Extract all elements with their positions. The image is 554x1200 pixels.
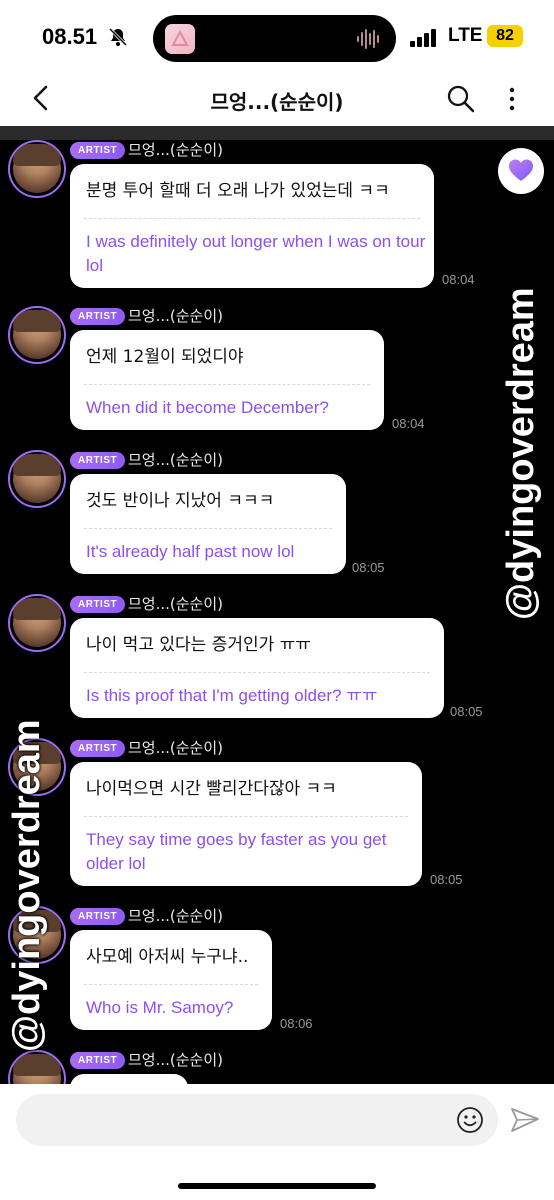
message-bubble[interactable]: 나이 먹고 있다는 증거인가 ㅠㅠ Is this proof that I'm… xyxy=(70,618,444,718)
watermark-right: @dyingoverdream xyxy=(500,287,542,620)
message-bubble[interactable]: 나이먹으면 시간 빨리간다잖아 ㅋㅋ They say time goes by… xyxy=(70,762,422,886)
sender-name: 므엉...(순순이) xyxy=(128,595,224,613)
message-english: When did it become December? xyxy=(86,398,329,417)
artist-badge: ARTIST xyxy=(70,740,126,757)
network-label: LTE xyxy=(448,25,483,46)
message-korean: 것도 반이나 지났어 ㅋㅋㅋ xyxy=(86,491,275,511)
message-bubble[interactable]: 언제 12월이 되었디야 When did it become December… xyxy=(70,330,384,430)
artist-badge: ARTIST xyxy=(70,908,126,925)
status-time: 08.51 xyxy=(42,24,98,49)
send-icon[interactable] xyxy=(510,1106,540,1134)
message-korean: 사모예 아저씨 누구냐.. xyxy=(86,947,249,967)
artist-badge: ARTIST xyxy=(70,142,126,159)
sender-name: 므엉...(순순이) xyxy=(128,1051,224,1069)
heart-button[interactable] xyxy=(498,148,544,194)
message-time: 08:05 xyxy=(430,872,463,887)
status-bar: 08.51 LTE 82 xyxy=(0,0,554,72)
bubble-divider xyxy=(84,528,332,529)
artist-badge: ARTIST xyxy=(70,596,126,613)
message-english: I was definitely out longer when I was o… xyxy=(86,232,426,275)
dynamic-island xyxy=(153,15,396,62)
heart-icon xyxy=(509,159,533,181)
message-english: Is this proof that I'm getting older? ㅠㅠ xyxy=(86,686,378,705)
more-vertical-icon[interactable] xyxy=(505,84,519,114)
message-english: They say time goes by faster as you get … xyxy=(86,830,387,873)
chat-message: ARTIST 므엉...(순순이) 것도 반이나 지났어 ㅋㅋㅋ It's al… xyxy=(0,436,554,576)
home-indicator xyxy=(178,1183,376,1189)
sender-name: 므엉...(순순이) xyxy=(128,451,224,469)
message-bubble[interactable]: 사모예 아저씨 누구냐.. Who is Mr. Samoy? xyxy=(70,930,272,1030)
message-korean: 분명 투어 할때 더 오래 나가 있었는데 ㅋㅋ xyxy=(86,181,390,201)
search-icon[interactable] xyxy=(446,84,476,114)
bubble-divider xyxy=(84,218,420,219)
bell-off-icon xyxy=(108,27,128,47)
message-time: 08:04 xyxy=(442,272,475,287)
avatar[interactable] xyxy=(8,1050,66,1084)
chat-area[interactable]: ARTIST 므엉...(순순이) 분명 투어 할때 더 오래 나가 있었는데 … xyxy=(0,126,554,1084)
chat-message: ARTIST 므엉...(순순이) xyxy=(0,1036,554,1084)
message-time: 08:05 xyxy=(352,560,385,575)
message-input[interactable] xyxy=(16,1094,498,1146)
chat-message: ARTIST 므엉...(순순이) 분명 투어 할때 더 오래 나가 있었는데 … xyxy=(0,126,554,288)
chat-message: ARTIST 므엉...(순순이) 나이먹으면 시간 빨리간다잖아 ㅋㅋ The… xyxy=(0,724,554,890)
chat-header: 므엉...(순순이) xyxy=(0,72,554,126)
message-bubble[interactable]: 것도 반이나 지났어 ㅋㅋㅋ It's already half past no… xyxy=(70,474,346,574)
avatar[interactable] xyxy=(8,306,66,364)
sender-name: 므엉...(순순이) xyxy=(128,907,224,925)
message-time: 08:06 xyxy=(280,1016,313,1031)
message-time: 08:05 xyxy=(450,704,483,719)
message-korean: 나이 먹고 있다는 증거인가 ㅠㅠ xyxy=(86,635,311,655)
message-time: 08:04 xyxy=(392,416,425,431)
message-input-bar xyxy=(0,1084,554,1200)
message-english: It's already half past now lol xyxy=(86,542,295,561)
chat-message: ARTIST 므엉...(순순이) 사모예 아저씨 누구냐.. Who is M… xyxy=(0,892,554,1032)
watermark-left: @dyingoverdream xyxy=(6,719,48,1052)
avatar[interactable] xyxy=(8,140,66,198)
app-icon xyxy=(165,24,195,54)
sender-name: 므엉...(순순이) xyxy=(128,141,224,159)
message-korean: 나이먹으면 시간 빨리간다잖아 ㅋㅋ xyxy=(86,779,337,799)
audio-wave-icon xyxy=(357,29,379,49)
chat-message: ARTIST 므엉...(순순이) 나이 먹고 있다는 증거인가 ㅠㅠ Is t… xyxy=(0,580,554,720)
signal-icon xyxy=(410,29,436,47)
sender-name: 므엉...(순순이) xyxy=(128,307,224,325)
message-korean: 언제 12월이 되었디야 xyxy=(86,347,244,367)
message-bubble[interactable]: 분명 투어 할때 더 오래 나가 있었는데 ㅋㅋ I was definitel… xyxy=(70,164,434,288)
avatar[interactable] xyxy=(8,450,66,508)
sender-name: 므엉...(순순이) xyxy=(128,739,224,757)
bubble-divider xyxy=(84,384,370,385)
bubble-divider xyxy=(84,672,430,673)
battery-indicator: 82 xyxy=(487,25,523,47)
artist-badge: ARTIST xyxy=(70,452,126,469)
bubble-divider xyxy=(84,984,258,985)
bubble-divider xyxy=(84,816,408,817)
artist-badge: ARTIST xyxy=(70,308,126,325)
artist-badge: ARTIST xyxy=(70,1052,126,1069)
chat-message: ARTIST 므엉...(순순이) 언제 12월이 되었디야 When did … xyxy=(0,292,554,432)
emoji-icon[interactable] xyxy=(456,1106,484,1134)
message-bubble[interactable] xyxy=(70,1074,188,1084)
avatar[interactable] xyxy=(8,594,66,652)
message-english: Who is Mr. Samoy? xyxy=(86,998,234,1017)
